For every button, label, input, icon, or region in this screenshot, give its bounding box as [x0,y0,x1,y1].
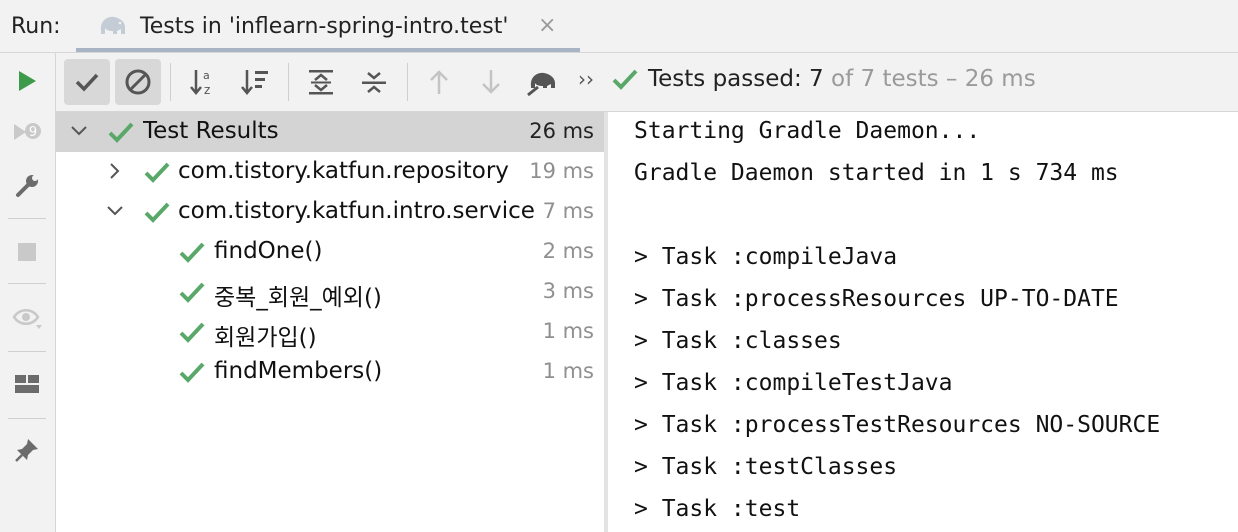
tab-tests[interactable]: Tests in 'inflearn-spring-intro.test' × [76,0,580,52]
tree-node-suite[interactable]: com.tistory.katfun.intro.service 7 ms [56,192,604,232]
test-toolbar: a z ›› Tests passed: 7 of 7 tests – 26 m… [56,53,1238,112]
tree-node-time: 3 ms [542,279,594,303]
run-label: Run: [11,14,61,39]
tree-node-suite[interactable]: com.tistory.katfun.repository 19 ms [56,152,604,192]
eye-icon[interactable] [12,303,42,333]
stop-icon[interactable] [12,237,42,267]
svg-text:a: a [203,69,210,82]
tree-node-label: findMembers() [214,358,383,384]
chevron-right-icon[interactable] [106,160,124,187]
tree-node-time: 7 ms [542,199,594,223]
tree-node-label: 중복_회원_예외() [214,285,382,311]
tree-node-test[interactable]: 회원가입() 1 ms [56,312,604,352]
console-line: > Task :classes [634,328,842,354]
console-line: > Task :processTestResources NO-SOURCE [634,412,1161,438]
test-tree: Test Results 26 ms com.tistory.katfun.re… [56,112,604,532]
separator [170,63,171,101]
chevron-down-icon[interactable] [106,200,124,227]
separator [407,63,408,101]
tree-node-label: com.tistory.katfun.intro.service [178,198,535,224]
tree-node-time: 1 ms [542,319,594,343]
collapse-all-icon[interactable] [351,59,397,105]
chevron-down-icon[interactable] [70,120,88,147]
svg-text:9: 9 [29,125,37,140]
check-icon [144,160,170,188]
console-line: > Task :processResources UP-TO-DATE [634,286,1119,312]
tree-node-time: 1 ms [542,359,594,383]
check-icon [108,120,134,148]
console-line: Starting Gradle Daemon... [634,118,981,144]
console-line: > Task :compileTestJava [634,370,953,396]
svg-text:z: z [204,83,210,97]
status-passed: Tests passed: 7 [648,66,824,92]
tree-node-label: findOne() [214,238,323,264]
tree-node-test[interactable]: findOne() 2 ms [56,232,604,272]
expand-all-icon[interactable] [298,59,344,105]
console-line: > Task :testClasses [634,454,898,480]
console-line: > Task :test [634,496,801,522]
run-tool-window-header: Run: Tests in 'inflearn-spring-intro.tes… [0,0,1238,53]
check-icon [179,280,205,308]
overflow-chevron-icon[interactable]: ›› [578,67,594,91]
check-icon [179,240,205,268]
console-output[interactable]: Starting Gradle Daemon... Gradle Daemon … [608,112,1238,532]
test-status: Tests passed: 7 of 7 tests – 26 ms [648,66,1036,92]
tree-node-label: 회원가입() [214,325,317,351]
check-icon [612,67,638,95]
left-toolbar: 9 [0,53,56,532]
console-line: Gradle Daemon started in 1 s 734 ms [634,160,1119,186]
sort-duration-icon[interactable] [232,59,278,105]
tree-node-root[interactable]: Test Results 26 ms [56,112,604,152]
layout-icon[interactable] [12,369,42,399]
check-icon [179,360,205,388]
check-icon [144,200,170,228]
rerun-failed-icon[interactable]: 9 [12,118,42,148]
tab-title: Tests in 'inflearn-spring-intro.test' [140,14,509,39]
tree-node-test[interactable]: findMembers() 1 ms [56,352,604,392]
separator [8,351,46,352]
console-line: > Task :compileJava [634,244,898,270]
settings-wrench-icon[interactable] [12,171,42,201]
next-failure-icon[interactable] [468,59,514,105]
show-ignored-icon[interactable] [115,59,161,105]
tree-node-label: Test Results [143,118,279,144]
previous-failure-icon[interactable] [416,59,462,105]
show-passed-icon[interactable] [64,59,110,105]
run-icon[interactable] [12,66,42,96]
tree-node-time: 19 ms [529,159,594,183]
tree-node-time: 26 ms [529,119,594,143]
tree-node-label: com.tistory.katfun.repository [178,158,509,184]
separator [8,218,46,219]
separator [8,283,46,284]
tree-node-time: 2 ms [542,239,594,263]
close-icon[interactable]: × [538,13,556,38]
separator [288,63,289,101]
gradle-elephant-icon [98,12,128,42]
separator [8,418,46,419]
tree-node-test[interactable]: 중복_회원_예외() 3 ms [56,272,604,312]
active-tab-indicator [76,48,580,52]
status-total: of 7 tests – 26 ms [823,66,1036,92]
gradle-elephant-icon[interactable] [520,59,566,105]
pin-icon[interactable] [12,435,42,465]
check-icon [179,320,205,348]
sort-alpha-icon[interactable]: a z [180,59,226,105]
